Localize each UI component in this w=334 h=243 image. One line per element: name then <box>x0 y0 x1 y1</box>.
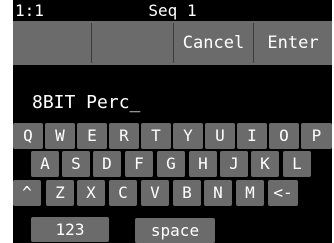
key-y[interactable]: Y <box>173 123 203 149</box>
key-z[interactable]: Z <box>46 180 74 206</box>
key-h[interactable]: H <box>189 151 217 177</box>
toolbar: Cancel Enter <box>13 21 332 65</box>
key-b[interactable]: B <box>173 180 201 206</box>
key-m[interactable]: M <box>236 180 264 206</box>
key-q[interactable]: Q <box>13 123 43 149</box>
device-screen: 1:1 Seq 1 Cancel Enter 8BIT Perc_ Q W E … <box>13 0 332 243</box>
key-shift[interactable]: ^ <box>13 180 41 206</box>
name-input[interactable]: 8BIT Perc_ <box>32 93 140 113</box>
key-o[interactable]: O <box>269 123 299 149</box>
toolbar-blank-button-1[interactable] <box>13 23 91 63</box>
key-w[interactable]: W <box>45 123 75 149</box>
key-s[interactable]: S <box>62 151 90 177</box>
key-a[interactable]: A <box>31 151 59 177</box>
space-key[interactable]: space <box>135 218 215 243</box>
status-bar: 1:1 Seq 1 <box>13 0 332 21</box>
key-n[interactable]: N <box>204 180 232 206</box>
key-i[interactable]: I <box>237 123 267 149</box>
key-backspace[interactable]: <- <box>268 180 298 206</box>
toolbar-blank-button-2[interactable] <box>91 23 173 63</box>
enter-button[interactable]: Enter <box>253 23 332 63</box>
sequence-title: Seq 1 <box>148 1 197 20</box>
key-g[interactable]: G <box>157 151 185 177</box>
key-x[interactable]: X <box>77 180 105 206</box>
key-k[interactable]: K <box>251 151 279 177</box>
key-l[interactable]: L <box>283 151 311 177</box>
key-f[interactable]: F <box>125 151 153 177</box>
key-e[interactable]: E <box>77 123 107 149</box>
key-v[interactable]: V <box>141 180 169 206</box>
key-r[interactable]: R <box>109 123 139 149</box>
key-p[interactable]: P <box>301 123 332 149</box>
key-c[interactable]: C <box>109 180 137 206</box>
key-u[interactable]: U <box>205 123 235 149</box>
key-t[interactable]: T <box>141 123 171 149</box>
key-d[interactable]: D <box>93 151 121 177</box>
key-j[interactable]: J <box>220 151 248 177</box>
cancel-button[interactable]: Cancel <box>173 23 253 63</box>
numbers-key[interactable]: 123 <box>31 217 109 242</box>
